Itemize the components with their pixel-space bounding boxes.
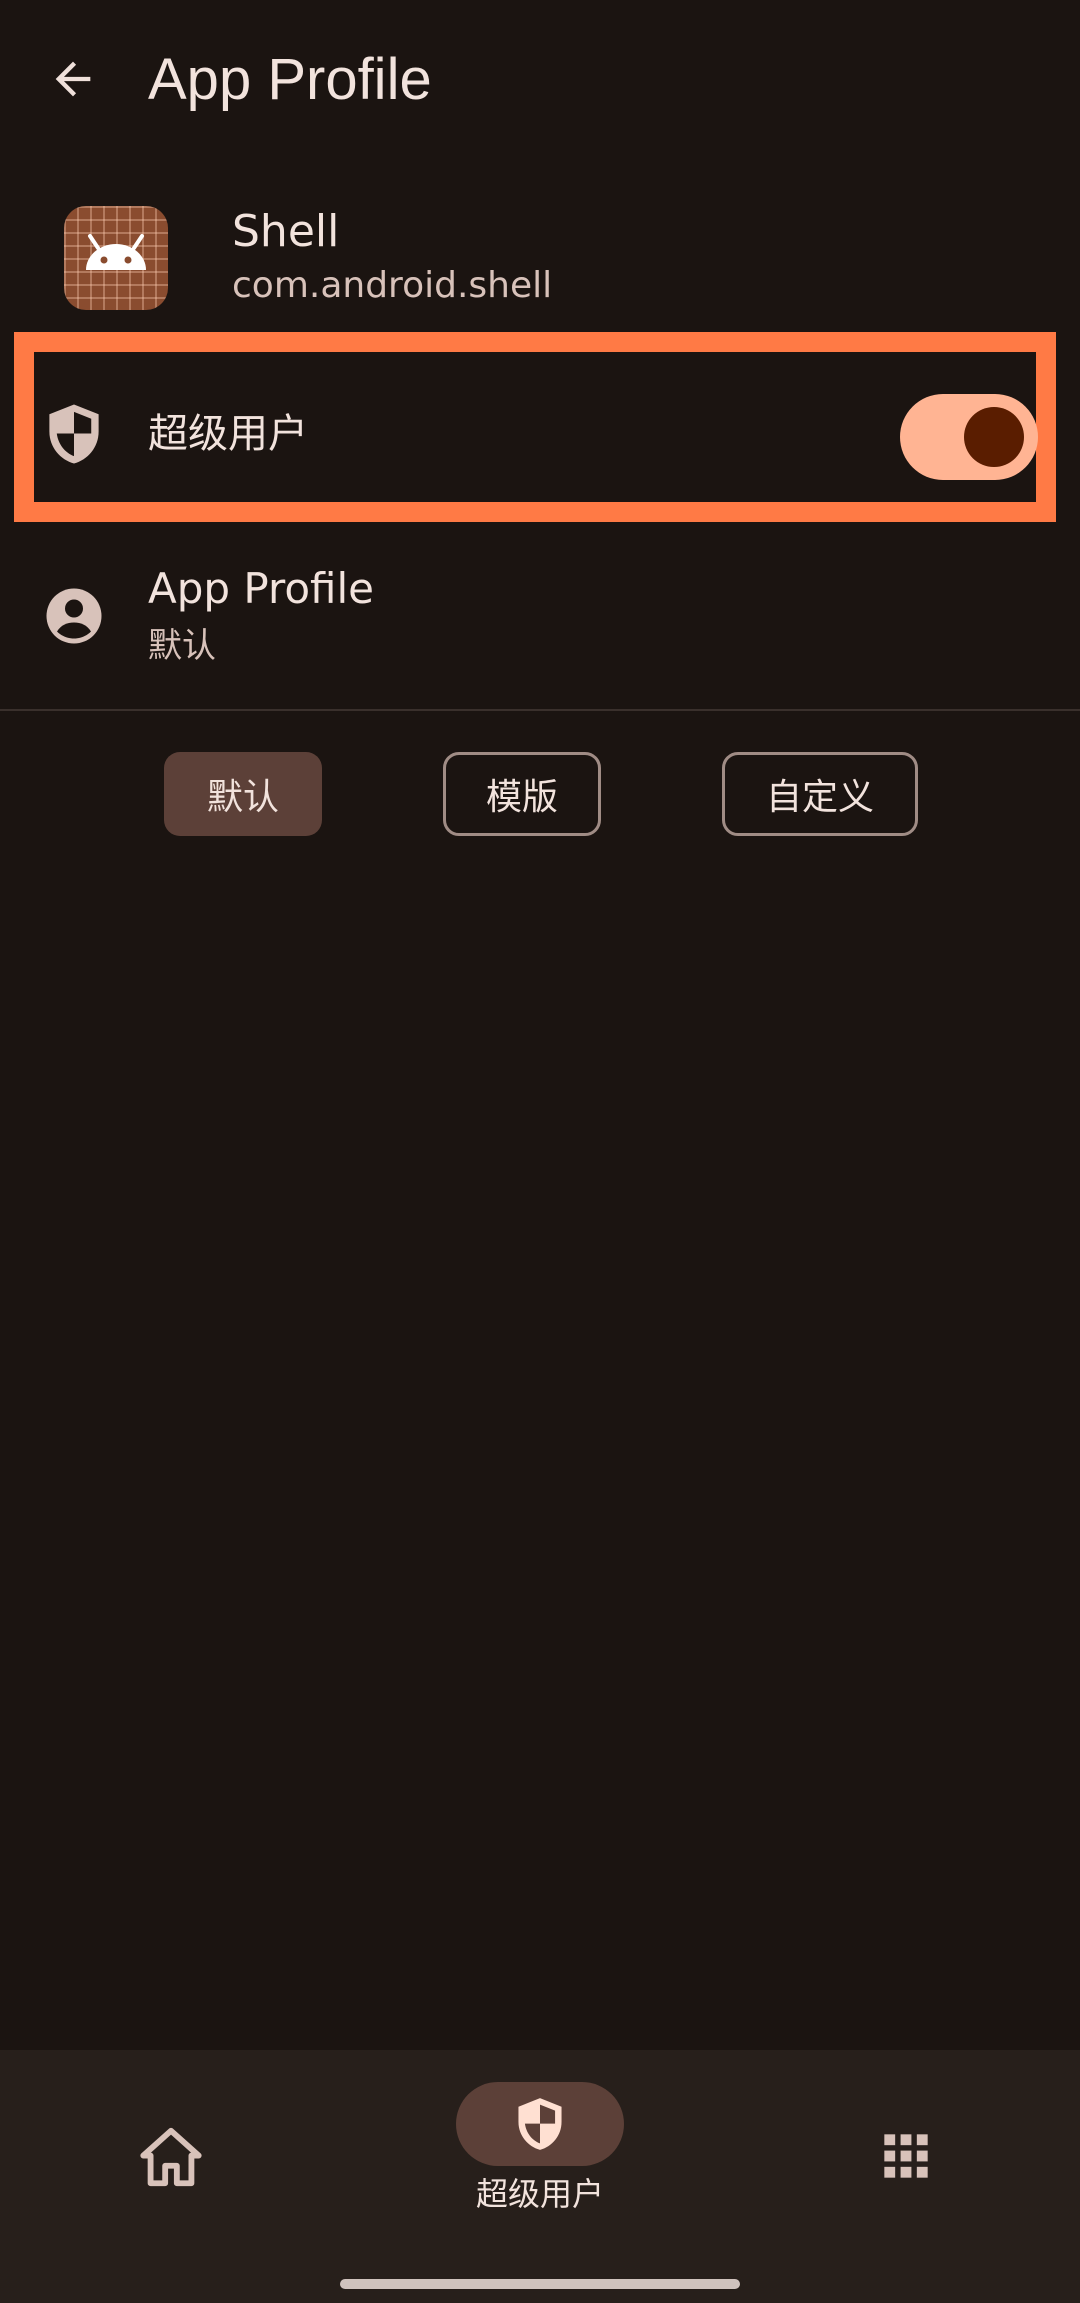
back-button[interactable] <box>42 48 104 110</box>
superuser-toggle[interactable] <box>900 394 1038 480</box>
app-profile-value: 默认 <box>148 626 216 666</box>
app-profile-title[interactable]: App Profile <box>148 560 374 618</box>
nav-superuser-label: 超级用户 <box>475 2175 604 2213</box>
profile-mode-default-button[interactable]: 默认 <box>164 752 322 836</box>
arrow-back-icon <box>55 61 91 97</box>
shield-icon <box>44 402 104 466</box>
android-icon <box>86 234 146 270</box>
page-title: App Profile <box>148 47 432 112</box>
profile-mode-template-button[interactable]: 模版 <box>443 752 601 836</box>
nav-modules-button[interactable] <box>880 2130 932 2182</box>
app-package: com.android.shell <box>232 265 553 306</box>
app-icon <box>64 206 168 310</box>
nav-superuser-button[interactable] <box>456 2082 624 2166</box>
profile-mode-custom-button[interactable]: 自定义 <box>722 752 918 836</box>
shield-icon <box>518 2098 562 2150</box>
apps-grid-icon <box>884 2134 928 2178</box>
divider <box>0 709 1080 711</box>
app-name: Shell <box>232 206 340 257</box>
nav-home-button[interactable] <box>136 2122 206 2192</box>
toggle-knob <box>964 407 1024 467</box>
account-circle-icon <box>44 586 104 646</box>
gesture-handle <box>340 2279 740 2289</box>
superuser-label: 超级用户 <box>148 411 308 457</box>
home-icon <box>140 2127 202 2187</box>
